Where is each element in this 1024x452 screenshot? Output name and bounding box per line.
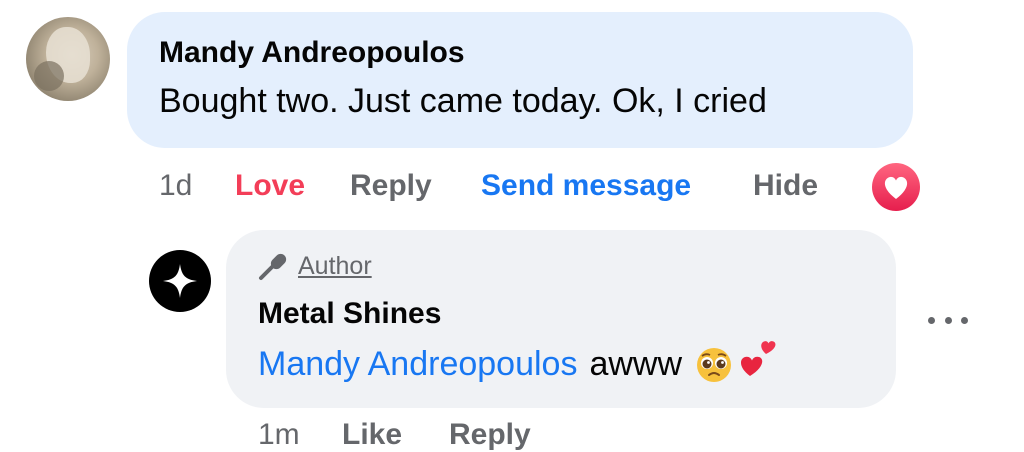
like-button[interactable]: Like (342, 418, 402, 452)
comment-thread: Mandy Andreopoulos Bought two. Just came… (0, 0, 1024, 452)
avatar-photo-shadow (34, 61, 64, 91)
author-badge-label: Author (298, 251, 372, 280)
hide-button[interactable]: Hide (753, 169, 818, 203)
reply-timestamp[interactable]: 1m (258, 418, 300, 452)
reply-reply-button[interactable]: Reply (449, 418, 531, 452)
comment-author-name[interactable]: Mandy Andreopoulos (159, 36, 465, 70)
comment-text: Bought two. Just came today. Ok, I cried (159, 82, 767, 120)
microphone-icon (259, 253, 287, 280)
love-button[interactable]: Love (235, 169, 305, 203)
two-hearts-emoji (741, 341, 776, 376)
author-badge[interactable]: Author (256, 248, 372, 284)
reply-message: awww (589, 344, 683, 383)
pleading-face-emoji (697, 348, 732, 382)
send-message-button[interactable]: Send message (481, 169, 691, 203)
more-options-icon[interactable] (928, 302, 968, 338)
mention-link[interactable]: Mandy Andreopoulos (258, 345, 577, 384)
page-avatar[interactable] (149, 250, 211, 312)
sparkle-icon (163, 264, 197, 298)
comment-bubble (127, 12, 913, 148)
comment-timestamp[interactable]: 1d (159, 169, 192, 203)
reply-text: Mandy Andreopoulos awww (258, 341, 782, 384)
reply-button[interactable]: Reply (350, 169, 432, 203)
reply-author-name[interactable]: Metal Shines (258, 297, 441, 331)
avatar[interactable] (26, 17, 110, 101)
reaction-badge[interactable] (872, 163, 920, 211)
heart-icon (884, 176, 908, 199)
